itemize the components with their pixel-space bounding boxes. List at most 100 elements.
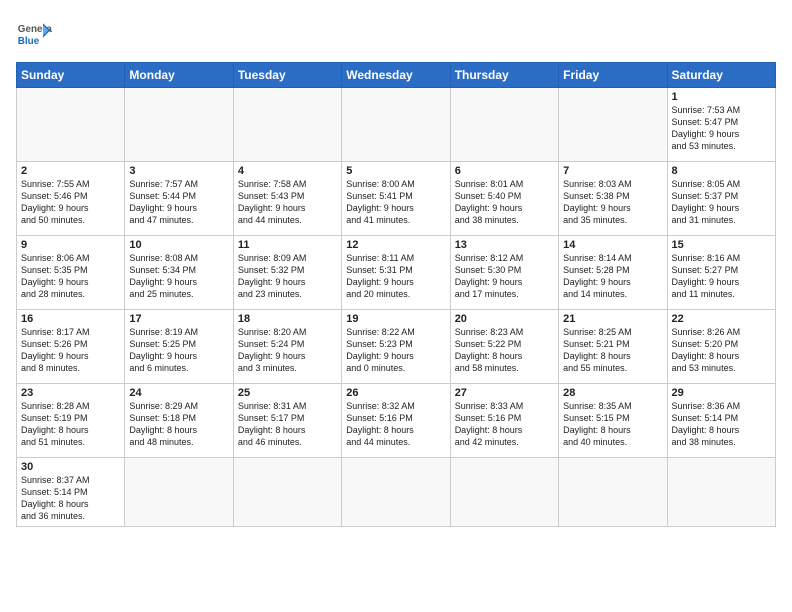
day-info: Sunrise: 8:03 AMSunset: 5:38 PMDaylight:… [563,178,662,227]
weekday-thursday: Thursday [450,63,558,88]
day-number: 1 [672,91,771,103]
day-info: Sunrise: 8:12 AMSunset: 5:30 PMDaylight:… [455,252,554,301]
day-number: 11 [238,239,337,251]
day-info: Sunrise: 8:26 AMSunset: 5:20 PMDaylight:… [672,326,771,375]
day-number: 3 [129,165,228,177]
day-info: Sunrise: 8:14 AMSunset: 5:28 PMDaylight:… [563,252,662,301]
day-number: 20 [455,313,554,325]
day-info: Sunrise: 8:19 AMSunset: 5:25 PMDaylight:… [129,326,228,375]
day-number: 18 [238,313,337,325]
day-number: 16 [21,313,120,325]
weekday-sunday: Sunday [17,63,125,88]
calendar-cell: 11Sunrise: 8:09 AMSunset: 5:32 PMDayligh… [233,236,341,310]
day-info: Sunrise: 8:00 AMSunset: 5:41 PMDaylight:… [346,178,445,227]
day-number: 27 [455,387,554,399]
day-number: 9 [21,239,120,251]
weekday-wednesday: Wednesday [342,63,450,88]
day-info: Sunrise: 8:33 AMSunset: 5:16 PMDaylight:… [455,400,554,449]
calendar-cell: 21Sunrise: 8:25 AMSunset: 5:21 PMDayligh… [559,310,667,384]
calendar-cell [450,458,558,527]
calendar-cell: 25Sunrise: 8:31 AMSunset: 5:17 PMDayligh… [233,384,341,458]
weekday-saturday: Saturday [667,63,775,88]
day-info: Sunrise: 8:09 AMSunset: 5:32 PMDaylight:… [238,252,337,301]
day-info: Sunrise: 8:05 AMSunset: 5:37 PMDaylight:… [672,178,771,227]
calendar-cell [559,88,667,162]
calendar-cell: 3Sunrise: 7:57 AMSunset: 5:44 PMDaylight… [125,162,233,236]
day-info: Sunrise: 8:06 AMSunset: 5:35 PMDaylight:… [21,252,120,301]
calendar-cell: 24Sunrise: 8:29 AMSunset: 5:18 PMDayligh… [125,384,233,458]
day-number: 8 [672,165,771,177]
day-number: 29 [672,387,771,399]
page: General Blue SundayMondayTuesdayWednesda… [0,0,792,612]
calendar-cell: 27Sunrise: 8:33 AMSunset: 5:16 PMDayligh… [450,384,558,458]
calendar-cell: 13Sunrise: 8:12 AMSunset: 5:30 PMDayligh… [450,236,558,310]
day-info: Sunrise: 7:55 AMSunset: 5:46 PMDaylight:… [21,178,120,227]
week-row-2: 2Sunrise: 7:55 AMSunset: 5:46 PMDaylight… [17,162,776,236]
day-number: 13 [455,239,554,251]
calendar-cell: 18Sunrise: 8:20 AMSunset: 5:24 PMDayligh… [233,310,341,384]
day-info: Sunrise: 7:58 AMSunset: 5:43 PMDaylight:… [238,178,337,227]
week-row-3: 9Sunrise: 8:06 AMSunset: 5:35 PMDaylight… [17,236,776,310]
day-info: Sunrise: 8:08 AMSunset: 5:34 PMDaylight:… [129,252,228,301]
calendar-cell: 30Sunrise: 8:37 AMSunset: 5:14 PMDayligh… [17,458,125,527]
weekday-friday: Friday [559,63,667,88]
calendar-cell [559,458,667,527]
day-info: Sunrise: 7:53 AMSunset: 5:47 PMDaylight:… [672,104,771,153]
calendar-cell [125,88,233,162]
calendar-cell: 1Sunrise: 7:53 AMSunset: 5:47 PMDaylight… [667,88,775,162]
day-number: 28 [563,387,662,399]
day-info: Sunrise: 8:29 AMSunset: 5:18 PMDaylight:… [129,400,228,449]
day-number: 15 [672,239,771,251]
day-info: Sunrise: 8:28 AMSunset: 5:19 PMDaylight:… [21,400,120,449]
calendar-cell: 4Sunrise: 7:58 AMSunset: 5:43 PMDaylight… [233,162,341,236]
calendar-cell: 8Sunrise: 8:05 AMSunset: 5:37 PMDaylight… [667,162,775,236]
calendar-cell: 10Sunrise: 8:08 AMSunset: 5:34 PMDayligh… [125,236,233,310]
calendar-cell: 20Sunrise: 8:23 AMSunset: 5:22 PMDayligh… [450,310,558,384]
day-number: 6 [455,165,554,177]
week-row-5: 23Sunrise: 8:28 AMSunset: 5:19 PMDayligh… [17,384,776,458]
day-info: Sunrise: 8:36 AMSunset: 5:14 PMDaylight:… [672,400,771,449]
day-number: 2 [21,165,120,177]
day-info: Sunrise: 8:23 AMSunset: 5:22 PMDaylight:… [455,326,554,375]
day-number: 12 [346,239,445,251]
day-info: Sunrise: 8:16 AMSunset: 5:27 PMDaylight:… [672,252,771,301]
day-info: Sunrise: 8:11 AMSunset: 5:31 PMDaylight:… [346,252,445,301]
calendar-cell: 14Sunrise: 8:14 AMSunset: 5:28 PMDayligh… [559,236,667,310]
day-number: 7 [563,165,662,177]
calendar: SundayMondayTuesdayWednesdayThursdayFrid… [16,62,776,527]
calendar-cell [667,458,775,527]
day-info: Sunrise: 8:35 AMSunset: 5:15 PMDaylight:… [563,400,662,449]
day-info: Sunrise: 8:37 AMSunset: 5:14 PMDaylight:… [21,474,120,523]
calendar-cell [125,458,233,527]
calendar-cell: 26Sunrise: 8:32 AMSunset: 5:16 PMDayligh… [342,384,450,458]
weekday-monday: Monday [125,63,233,88]
week-row-4: 16Sunrise: 8:17 AMSunset: 5:26 PMDayligh… [17,310,776,384]
day-number: 24 [129,387,228,399]
day-number: 22 [672,313,771,325]
day-number: 4 [238,165,337,177]
day-number: 23 [21,387,120,399]
calendar-cell [342,458,450,527]
svg-text:Blue: Blue [18,36,40,47]
weekday-header-row: SundayMondayTuesdayWednesdayThursdayFrid… [17,63,776,88]
header: General Blue [16,16,776,52]
calendar-cell [342,88,450,162]
calendar-cell: 17Sunrise: 8:19 AMSunset: 5:25 PMDayligh… [125,310,233,384]
day-number: 14 [563,239,662,251]
calendar-cell: 5Sunrise: 8:00 AMSunset: 5:41 PMDaylight… [342,162,450,236]
day-number: 30 [21,461,120,473]
calendar-cell: 19Sunrise: 8:22 AMSunset: 5:23 PMDayligh… [342,310,450,384]
calendar-cell: 9Sunrise: 8:06 AMSunset: 5:35 PMDaylight… [17,236,125,310]
week-row-1: 1Sunrise: 7:53 AMSunset: 5:47 PMDaylight… [17,88,776,162]
logo-icon: General Blue [16,16,52,52]
calendar-cell [450,88,558,162]
day-info: Sunrise: 8:22 AMSunset: 5:23 PMDaylight:… [346,326,445,375]
week-row-6: 30Sunrise: 8:37 AMSunset: 5:14 PMDayligh… [17,458,776,527]
day-number: 19 [346,313,445,325]
calendar-cell: 28Sunrise: 8:35 AMSunset: 5:15 PMDayligh… [559,384,667,458]
day-number: 26 [346,387,445,399]
calendar-cell: 15Sunrise: 8:16 AMSunset: 5:27 PMDayligh… [667,236,775,310]
day-info: Sunrise: 8:01 AMSunset: 5:40 PMDaylight:… [455,178,554,227]
day-info: Sunrise: 8:17 AMSunset: 5:26 PMDaylight:… [21,326,120,375]
day-number: 21 [563,313,662,325]
